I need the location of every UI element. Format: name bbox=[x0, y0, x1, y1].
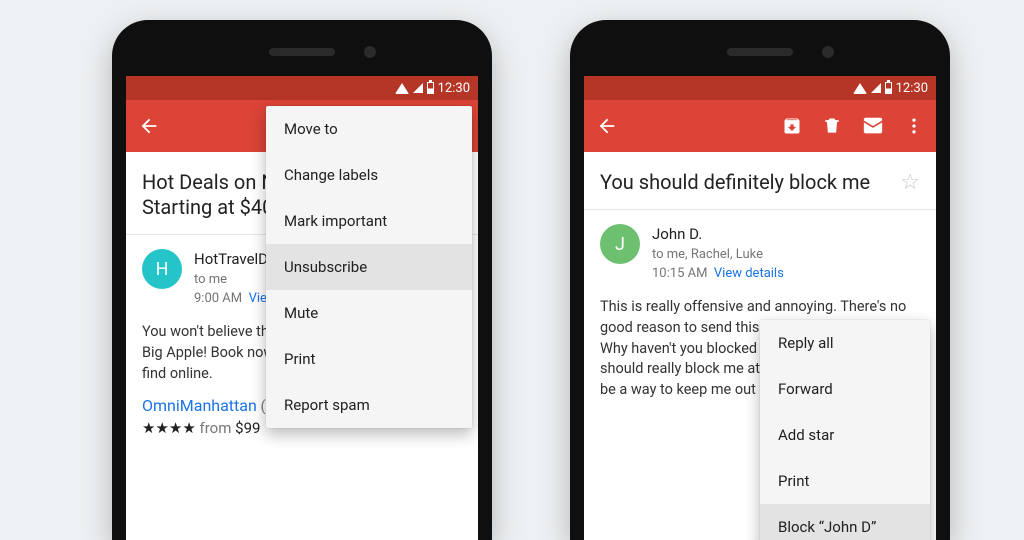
sender-name: John D. bbox=[652, 224, 784, 246]
phone-frame-right: 12:30 You should definitely block me ☆ bbox=[570, 20, 950, 540]
menu-change-labels[interactable]: Change labels bbox=[266, 152, 472, 198]
avatar[interactable]: J bbox=[600, 224, 640, 264]
app-bar bbox=[584, 100, 936, 152]
avatar[interactable]: H bbox=[142, 249, 182, 289]
mark-unread-icon[interactable] bbox=[862, 115, 884, 137]
menu-mark-important[interactable]: Mark important bbox=[266, 198, 472, 244]
menu-block[interactable]: Block “John D” bbox=[760, 504, 930, 540]
overflow-icon[interactable] bbox=[904, 116, 924, 136]
phone-speaker bbox=[727, 48, 793, 56]
sender-block: J John D. to me, Rachel, Luke 10:15 AM V… bbox=[584, 210, 936, 293]
back-icon[interactable] bbox=[596, 115, 618, 137]
phone-speaker bbox=[269, 48, 335, 56]
status-bar: 12:30 bbox=[126, 76, 478, 100]
phone-camera bbox=[364, 46, 376, 58]
overflow-menu: Move to Change labels Mark important Uns… bbox=[266, 106, 472, 428]
menu-forward[interactable]: Forward bbox=[760, 366, 930, 412]
send-time: 9:00 AM bbox=[194, 291, 242, 306]
phone-frame-left: 12:30 Hot Deals on New York Hotels Start… bbox=[112, 20, 492, 540]
hotel-name[interactable]: OmniManhattan bbox=[142, 396, 257, 415]
menu-report-spam[interactable]: Report spam bbox=[266, 382, 472, 428]
archive-icon[interactable] bbox=[782, 116, 802, 136]
view-details-link[interactable]: View details bbox=[714, 266, 784, 281]
email-subject: You should definitely block me bbox=[600, 170, 890, 195]
phone-camera bbox=[822, 46, 834, 58]
menu-reply-all[interactable]: Reply all bbox=[760, 320, 930, 366]
signal-icon bbox=[871, 83, 881, 93]
back-icon[interactable] bbox=[138, 115, 160, 137]
wifi-icon bbox=[395, 83, 409, 94]
menu-mute[interactable]: Mute bbox=[266, 290, 472, 336]
battery-icon bbox=[885, 82, 892, 94]
menu-unsubscribe[interactable]: Unsubscribe bbox=[266, 244, 472, 290]
message-menu: Reply all Forward Add star Print Block “… bbox=[760, 320, 930, 540]
wifi-icon bbox=[853, 83, 867, 94]
battery-icon bbox=[427, 82, 434, 94]
menu-print[interactable]: Print bbox=[266, 336, 472, 382]
menu-print[interactable]: Print bbox=[760, 458, 930, 504]
screen-right: 12:30 You should definitely block me ☆ bbox=[584, 76, 936, 540]
recipients-line: to me, Rachel, Luke bbox=[652, 246, 784, 265]
sender-meta: John D. to me, Rachel, Luke 10:15 AM Vie… bbox=[652, 224, 784, 283]
menu-move-to[interactable]: Move to bbox=[266, 106, 472, 152]
send-time: 10:15 AM bbox=[652, 266, 707, 281]
signal-icon bbox=[413, 83, 423, 93]
price-prefix: from bbox=[200, 419, 232, 437]
star-icon[interactable]: ☆ bbox=[900, 170, 920, 195]
status-time: 12:30 bbox=[896, 81, 928, 96]
delete-icon[interactable] bbox=[822, 116, 842, 136]
hotel-price: $99 bbox=[235, 419, 260, 437]
hotel-rating: ★★★★ bbox=[142, 419, 196, 437]
screen-left: 12:30 Hot Deals on New York Hotels Start… bbox=[126, 76, 478, 540]
status-bar: 12:30 bbox=[584, 76, 936, 100]
status-time: 12:30 bbox=[438, 81, 470, 96]
subject-row: You should definitely block me ☆ bbox=[584, 152, 936, 210]
menu-add-star[interactable]: Add star bbox=[760, 412, 930, 458]
